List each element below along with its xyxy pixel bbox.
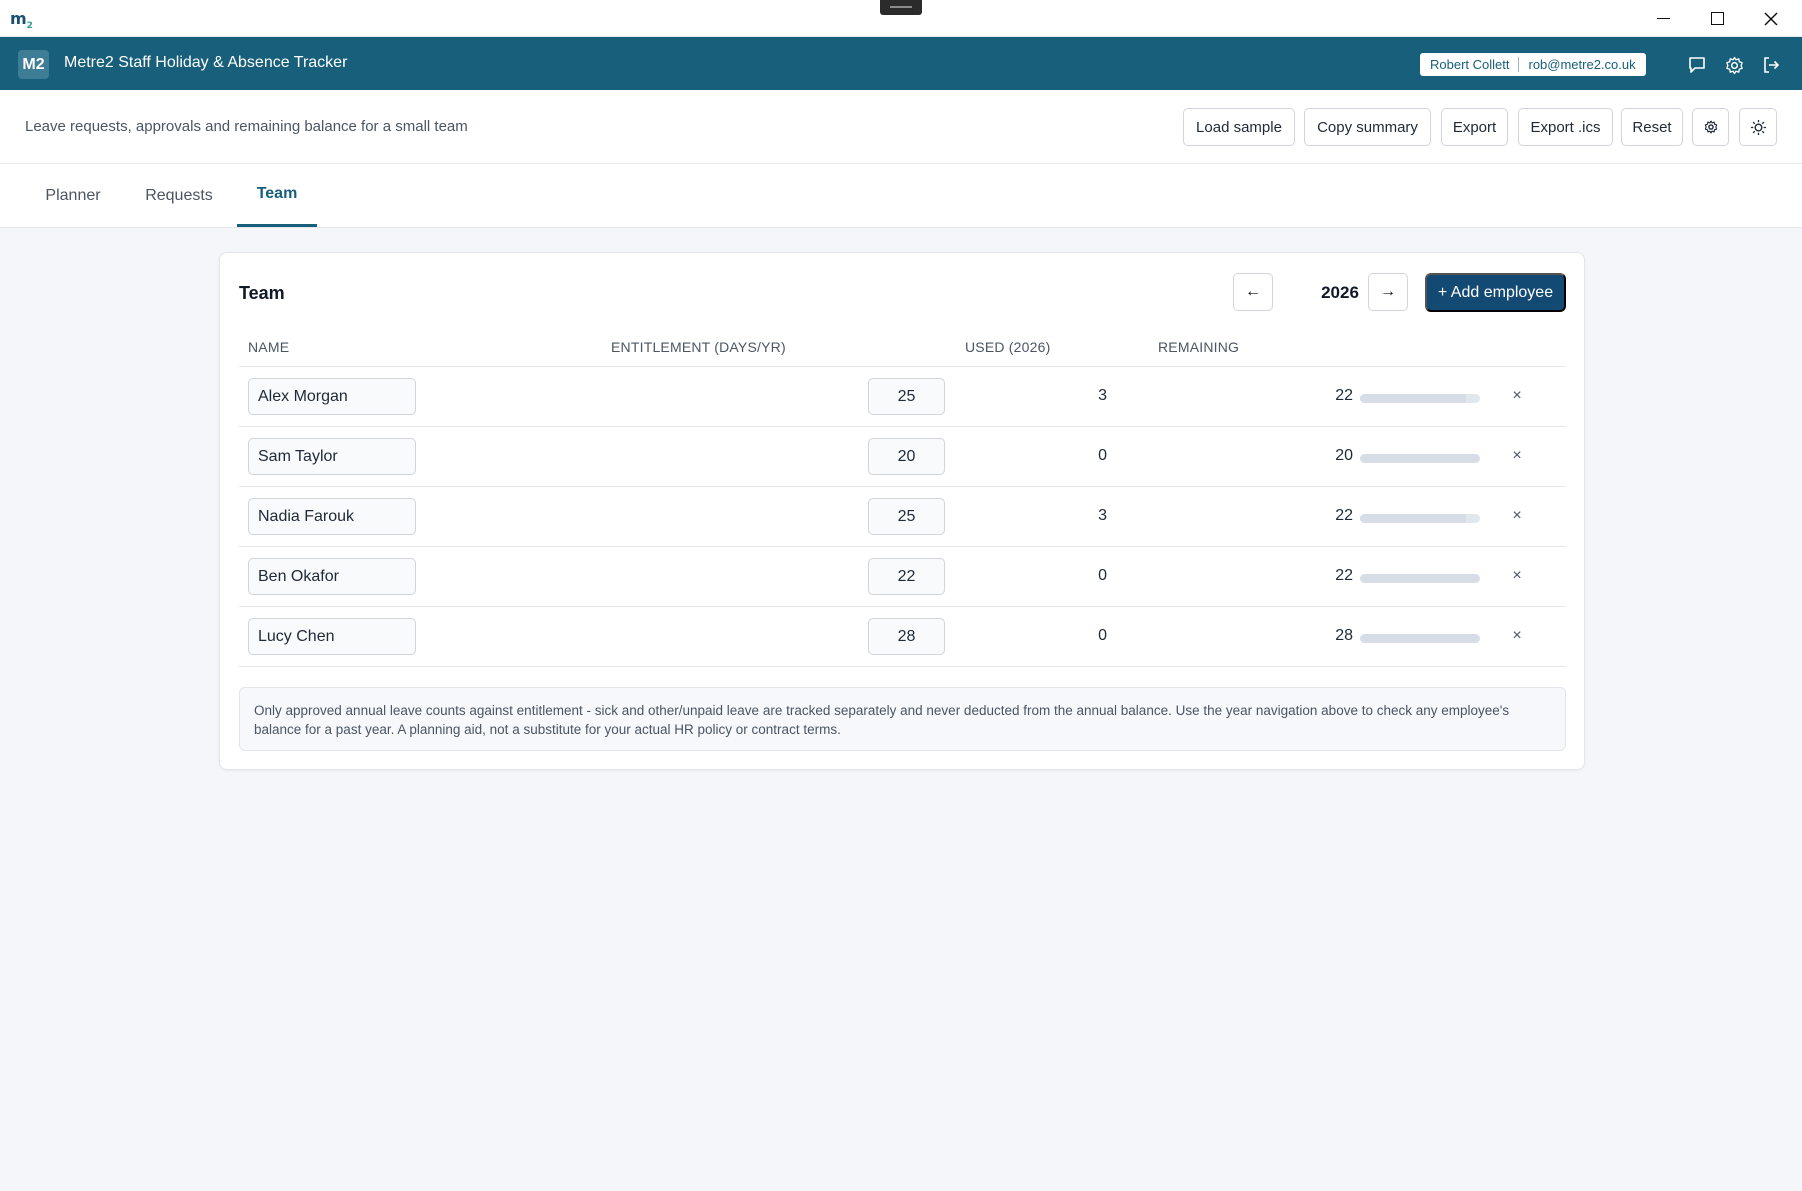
- app-subtitle: Leave requests, approvals and remaining …: [25, 118, 468, 135]
- column-header-remaining: REMAINING: [1158, 339, 1240, 355]
- user-pill[interactable]: Robert Collett rob@metre2.co.uk: [1420, 53, 1646, 76]
- remaining-progress-fill: [1360, 514, 1466, 523]
- reset-button[interactable]: Reset: [1621, 108, 1683, 146]
- table-row: Nadia Farouk 25 3 22 ×: [239, 487, 1566, 547]
- gear-icon[interactable]: [1723, 54, 1745, 76]
- minimize-icon: [1656, 17, 1670, 20]
- remaining-days-value: 28: [1335, 627, 1353, 644]
- load-sample-button[interactable]: Load sample: [1183, 108, 1295, 146]
- tab-bar: Planner Requests Team: [0, 164, 1802, 228]
- delete-employee-button[interactable]: ×: [1506, 443, 1528, 469]
- table-row: Ben Okafor 22 0 22 ×: [239, 547, 1566, 607]
- tab-requests[interactable]: Requests: [130, 164, 228, 227]
- remaining-days-value: 22: [1335, 567, 1353, 584]
- delete-employee-button[interactable]: ×: [1506, 563, 1528, 589]
- minimize-button[interactable]: [1636, 0, 1690, 37]
- user-pill-divider: [1518, 57, 1520, 72]
- used-days-value: 3: [1098, 507, 1107, 524]
- prev-year-button[interactable]: ←: [1233, 273, 1273, 311]
- remaining-progress-fill: [1360, 394, 1466, 403]
- employee-name-input[interactable]: Nadia Farouk: [248, 498, 416, 535]
- remaining-progress-bar: [1360, 634, 1480, 643]
- entitlement-input[interactable]: 20: [868, 438, 945, 475]
- delete-employee-button[interactable]: ×: [1506, 383, 1528, 409]
- export-button[interactable]: Export: [1441, 108, 1508, 146]
- column-header-entitlement: ENTITLEMENT (DAYS/YR): [611, 339, 786, 355]
- remaining-progress-fill: [1360, 574, 1480, 583]
- remaining-days-value: 22: [1335, 507, 1353, 524]
- maximize-button[interactable]: [1690, 0, 1744, 37]
- remaining-days-value: 20: [1335, 447, 1353, 464]
- remaining-days-value: 22: [1335, 387, 1353, 404]
- remaining-progress-bar: [1360, 514, 1480, 523]
- column-header-name: NAME: [248, 339, 290, 355]
- remaining-progress-fill: [1360, 634, 1480, 643]
- theme-icon: [1750, 119, 1766, 135]
- settings-button[interactable]: [1692, 108, 1729, 146]
- app-header: M2 Metre2 Staff Holiday & Absence Tracke…: [0, 37, 1802, 90]
- logout-icon[interactable]: [1760, 54, 1782, 76]
- table-row: Alex Morgan 25 3 22 ×: [239, 367, 1566, 427]
- delete-employee-button[interactable]: ×: [1506, 503, 1528, 529]
- brand-badge: M2: [18, 50, 49, 79]
- remaining-progress-bar: [1360, 574, 1480, 583]
- entitlement-input[interactable]: 25: [868, 378, 945, 415]
- next-year-button[interactable]: →: [1368, 273, 1408, 311]
- settings-icon: [1704, 120, 1717, 134]
- tab-planner[interactable]: Planner: [30, 164, 116, 227]
- table-row: Lucy Chen 28 0 28 ×: [239, 607, 1566, 667]
- entitlement-input[interactable]: 25: [868, 498, 945, 535]
- employee-name-input[interactable]: Ben Okafor: [248, 558, 416, 595]
- column-header-used: USED (2026): [965, 339, 1051, 355]
- used-days-value: 0: [1098, 567, 1107, 584]
- user-email: rob@metre2.co.uk: [1528, 57, 1636, 72]
- drag-handle[interactable]: [880, 0, 922, 15]
- copy-summary-button[interactable]: Copy summary: [1304, 108, 1431, 146]
- theme-toggle-button[interactable]: [1739, 108, 1777, 146]
- toolbar: Leave requests, approvals and remaining …: [0, 90, 1802, 164]
- app-logo-icon: m2: [10, 9, 33, 32]
- window-titlebar: m2: [0, 0, 1802, 37]
- tab-team[interactable]: Team: [237, 164, 317, 227]
- used-days-value: 0: [1098, 627, 1107, 644]
- close-icon: [1764, 11, 1778, 26]
- employee-name-input[interactable]: Sam Taylor: [248, 438, 416, 475]
- delete-employee-button[interactable]: ×: [1506, 623, 1528, 649]
- entitlement-input[interactable]: 28: [868, 618, 945, 655]
- entitlement-input[interactable]: 22: [868, 558, 945, 595]
- used-days-value: 0: [1098, 447, 1107, 464]
- app-title: Metre2 Staff Holiday & Absence Tracker: [64, 54, 348, 71]
- chat-icon[interactable]: [1686, 54, 1708, 76]
- employee-name-input[interactable]: Alex Morgan: [248, 378, 416, 415]
- employee-name-input[interactable]: Lucy Chen: [248, 618, 416, 655]
- used-days-value: 3: [1098, 387, 1107, 404]
- add-employee-button[interactable]: + Add employee: [1425, 273, 1566, 312]
- maximize-icon: [1710, 12, 1724, 25]
- user-name: Robert Collett: [1430, 57, 1510, 72]
- card-title: Team: [239, 283, 285, 303]
- team-card: Team ← 2026 → + Add employee NAME ENTITL…: [219, 252, 1585, 770]
- remaining-progress-bar: [1360, 454, 1480, 463]
- export-ics-button[interactable]: Export .ics: [1518, 108, 1613, 146]
- remaining-progress-fill: [1360, 454, 1480, 463]
- info-note: Only approved annual leave counts agains…: [239, 687, 1566, 751]
- close-button[interactable]: [1744, 0, 1798, 37]
- remaining-progress-bar: [1360, 394, 1480, 403]
- table-row: Sam Taylor 20 0 20 ×: [239, 427, 1566, 487]
